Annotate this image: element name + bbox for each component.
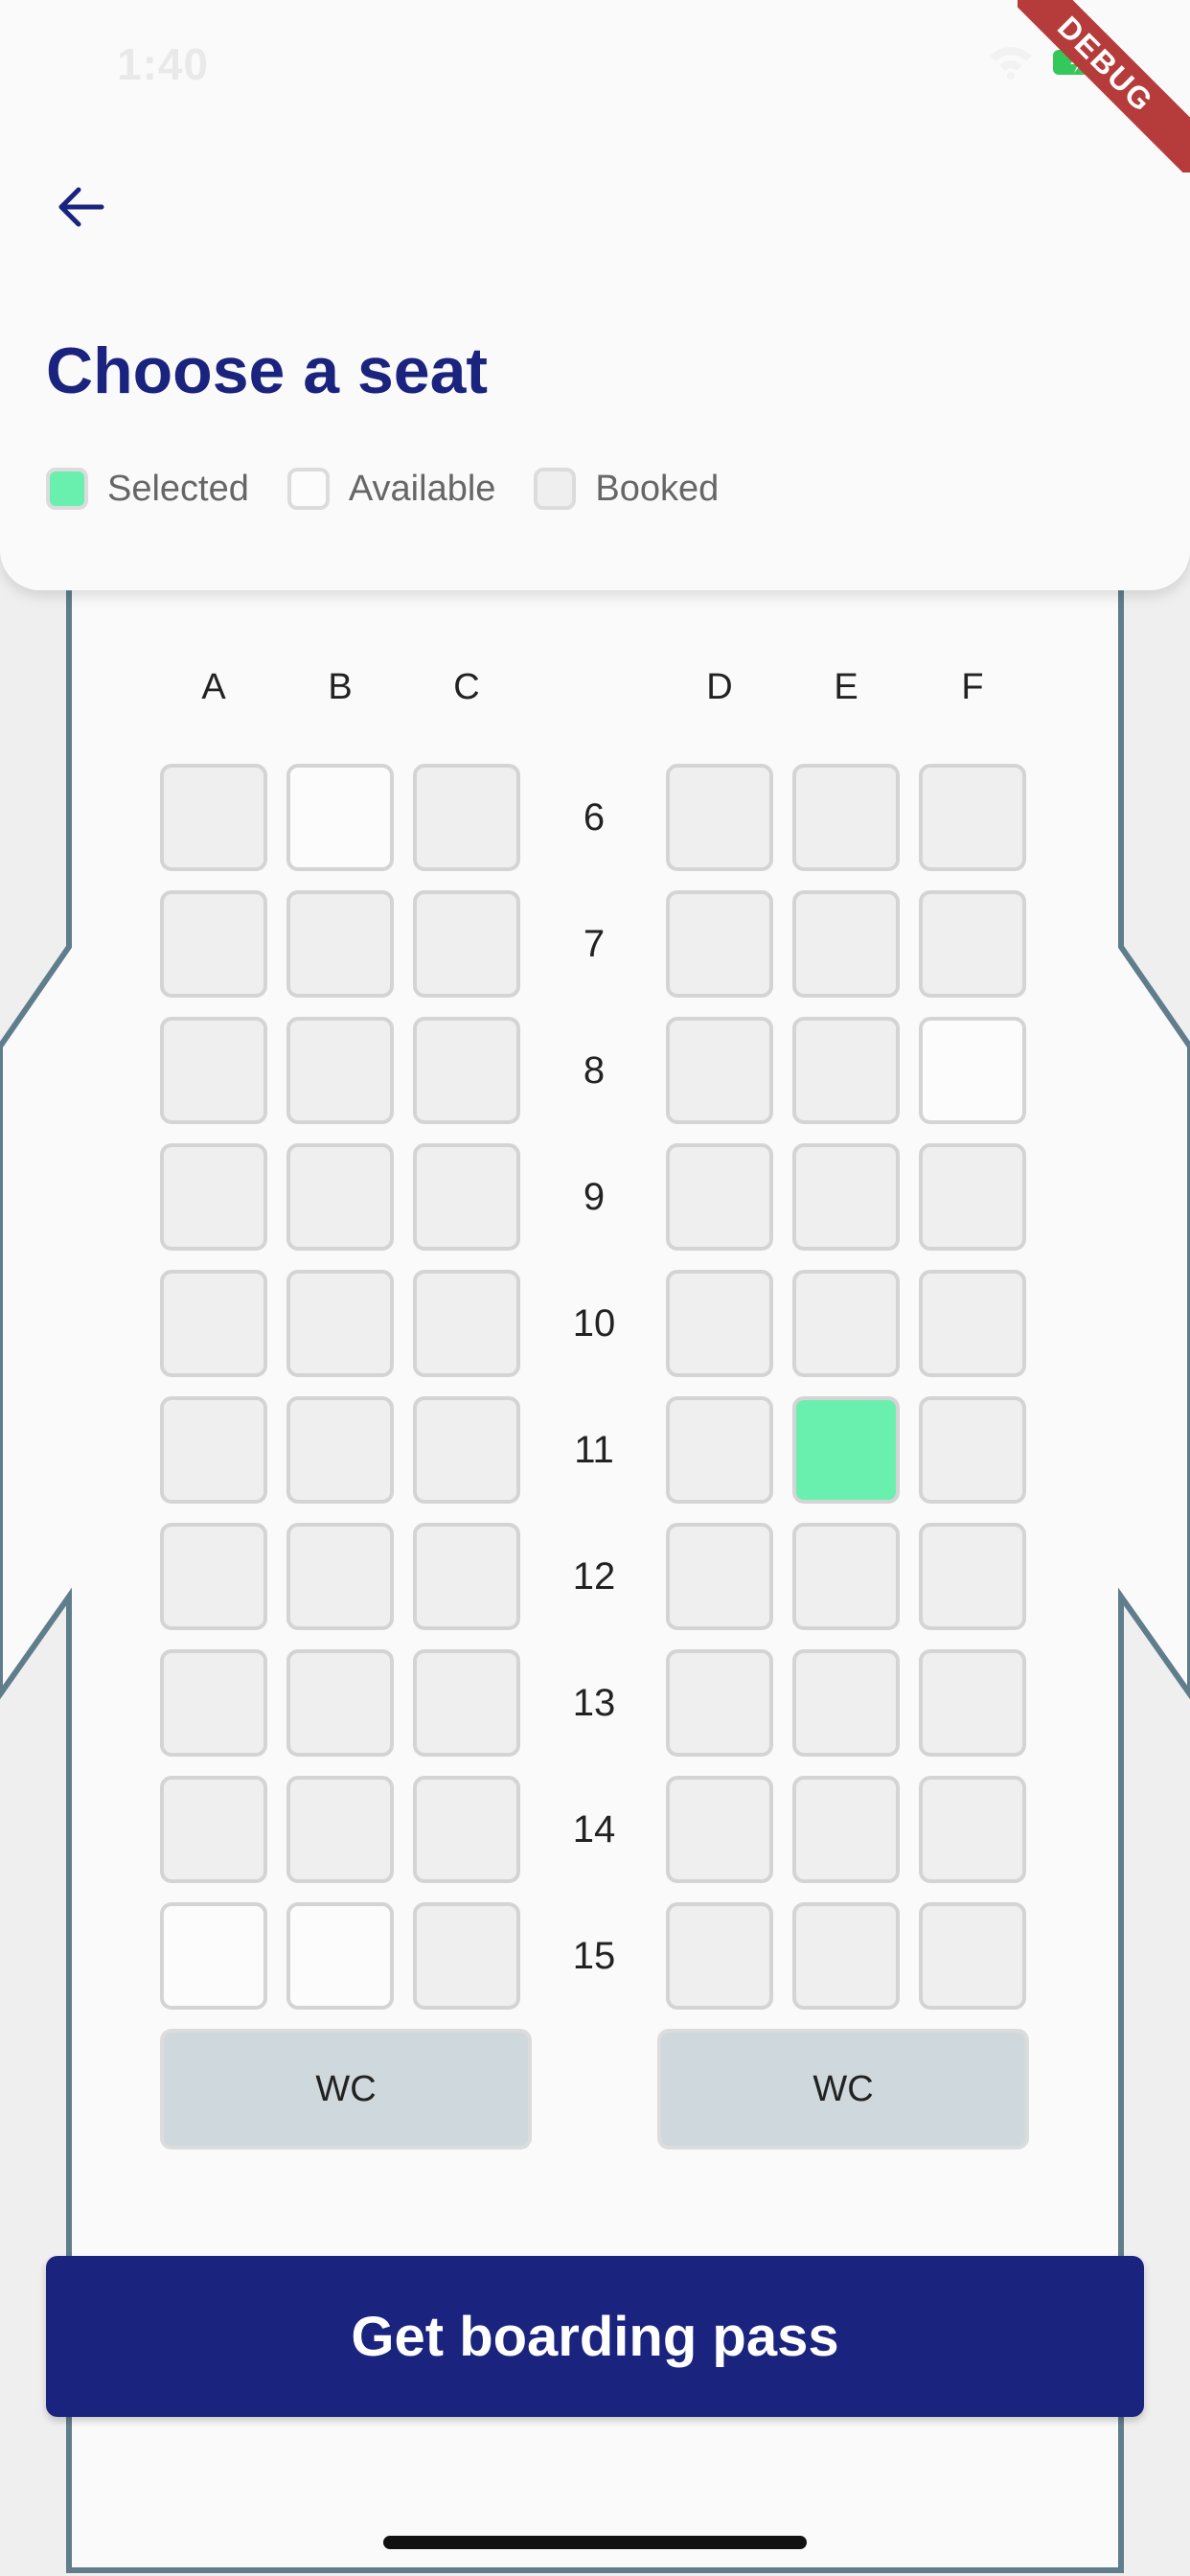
legend-item-available: Available: [286, 468, 496, 510]
seat-15e-booked[interactable]: [792, 1902, 900, 2010]
seat-10c-booked[interactable]: [413, 1270, 520, 1377]
seat-6a-booked[interactable]: [160, 764, 267, 871]
row-number: 9: [583, 1176, 606, 1218]
seat-12f-booked[interactable]: [919, 1523, 1026, 1630]
seat-14f-booked[interactable]: [919, 1776, 1026, 1883]
seat-10a-booked[interactable]: [160, 1270, 267, 1377]
seat-9e-booked[interactable]: [792, 1143, 900, 1251]
seat-8f-available[interactable]: [919, 1017, 1026, 1124]
seat-14b-booked[interactable]: [286, 1776, 394, 1883]
row-number: 13: [572, 1682, 616, 1724]
header-card: 1:40 Choose a seat Selected Available Bo…: [0, 0, 1190, 590]
seat-legend: Selected Available Booked: [46, 468, 757, 510]
row-number: 14: [572, 1808, 616, 1851]
seat-7d-booked[interactable]: [666, 890, 773, 998]
seat-15b-available[interactable]: [286, 1902, 394, 2010]
seat-9f-booked[interactable]: [919, 1143, 1026, 1251]
seat-7f-booked[interactable]: [919, 890, 1026, 998]
get-boarding-pass-button[interactable]: Get boarding pass: [46, 2256, 1144, 2417]
seat-9b-booked[interactable]: [286, 1143, 394, 1251]
seat-14d-booked[interactable]: [666, 1776, 773, 1883]
seat-7e-booked[interactable]: [792, 890, 900, 998]
row-number: 7: [583, 923, 606, 965]
row-number: 8: [583, 1049, 606, 1092]
row-number: 11: [574, 1429, 614, 1471]
seat-8c-booked[interactable]: [413, 1017, 520, 1124]
seat-10b-booked[interactable]: [286, 1270, 394, 1377]
seat-11c-booked[interactable]: [413, 1396, 520, 1504]
column-header-d: D: [706, 667, 733, 707]
legend-item-selected: Selected: [46, 468, 249, 510]
seat-6c-booked[interactable]: [413, 764, 520, 871]
seat-12c-booked[interactable]: [413, 1523, 520, 1630]
debug-banner-label: DEBUG: [1018, 0, 1190, 172]
debug-banner: DEBUG: [1018, 0, 1190, 172]
seat-12e-booked[interactable]: [792, 1523, 900, 1630]
column-header-c: C: [453, 667, 480, 707]
seat-13d-booked[interactable]: [666, 1649, 773, 1757]
seat-10d-booked[interactable]: [666, 1270, 773, 1377]
restroom-left: WC: [160, 2029, 532, 2150]
seat-8b-booked[interactable]: [286, 1017, 394, 1124]
column-header-e: E: [834, 667, 858, 707]
seat-14c-booked[interactable]: [413, 1776, 520, 1883]
seat-8e-booked[interactable]: [792, 1017, 900, 1124]
legend-label: Selected: [107, 468, 249, 509]
seat-10f-booked[interactable]: [919, 1270, 1026, 1377]
seat-13b-booked[interactable]: [286, 1649, 394, 1757]
seat-13a-booked[interactable]: [160, 1649, 267, 1757]
seat-15c-booked[interactable]: [413, 1902, 520, 2010]
seat-7b-booked[interactable]: [286, 890, 394, 998]
seat-9a-booked[interactable]: [160, 1143, 267, 1251]
seat-9c-booked[interactable]: [413, 1143, 520, 1251]
legend-label: Booked: [595, 468, 720, 509]
seat-15f-booked[interactable]: [919, 1902, 1026, 2010]
home-indicator: [383, 2536, 807, 2549]
seat-9d-booked[interactable]: [666, 1143, 773, 1251]
seat-11b-booked[interactable]: [286, 1396, 394, 1504]
row-number: 10: [572, 1302, 616, 1345]
seat-13e-booked[interactable]: [792, 1649, 900, 1757]
status-time: 1:40: [117, 39, 210, 89]
row-number: 6: [583, 796, 606, 839]
seat-6e-booked[interactable]: [792, 764, 900, 871]
seat-11f-booked[interactable]: [919, 1396, 1026, 1504]
row-number: 15: [572, 1935, 616, 1977]
seat-14e-booked[interactable]: [792, 1776, 900, 1883]
seat-7a-booked[interactable]: [160, 890, 267, 998]
seat-12d-booked[interactable]: [666, 1523, 773, 1630]
row-number: 12: [572, 1555, 616, 1598]
legend-swatch-available: [286, 468, 330, 510]
seat-7c-booked[interactable]: [413, 890, 520, 998]
seat-6f-booked[interactable]: [919, 764, 1026, 871]
seat-6b-available[interactable]: [286, 764, 394, 871]
seat-12a-booked[interactable]: [160, 1523, 267, 1630]
legend-label: Available: [348, 468, 496, 509]
seat-15a-available[interactable]: [160, 1902, 267, 2010]
back-button[interactable]: [46, 172, 115, 242]
seat-12b-booked[interactable]: [286, 1523, 394, 1630]
seat-11d-booked[interactable]: [666, 1396, 773, 1504]
legend-item-booked: Booked: [534, 468, 719, 510]
seat-11e-selected[interactable]: [792, 1396, 900, 1504]
seat-6d-booked[interactable]: [666, 764, 773, 871]
seat-13f-booked[interactable]: [919, 1649, 1026, 1757]
legend-swatch-booked: [534, 468, 577, 510]
seat-10e-booked[interactable]: [792, 1270, 900, 1377]
seat-15d-booked[interactable]: [666, 1902, 773, 2010]
page-title: Choose a seat: [46, 334, 489, 407]
seat-8d-booked[interactable]: [666, 1017, 773, 1124]
arrow-left-icon: [58, 187, 104, 227]
restroom-right: WC: [657, 2029, 1029, 2150]
seat-14a-booked[interactable]: [160, 1776, 267, 1883]
legend-swatch-selected: [46, 468, 88, 510]
column-header-f: F: [961, 667, 984, 707]
seat-11a-booked[interactable]: [160, 1396, 267, 1504]
column-header-a: A: [201, 667, 226, 707]
seat-8a-booked[interactable]: [160, 1017, 267, 1124]
column-header-b: B: [328, 667, 353, 707]
seat-13c-booked[interactable]: [413, 1649, 520, 1757]
